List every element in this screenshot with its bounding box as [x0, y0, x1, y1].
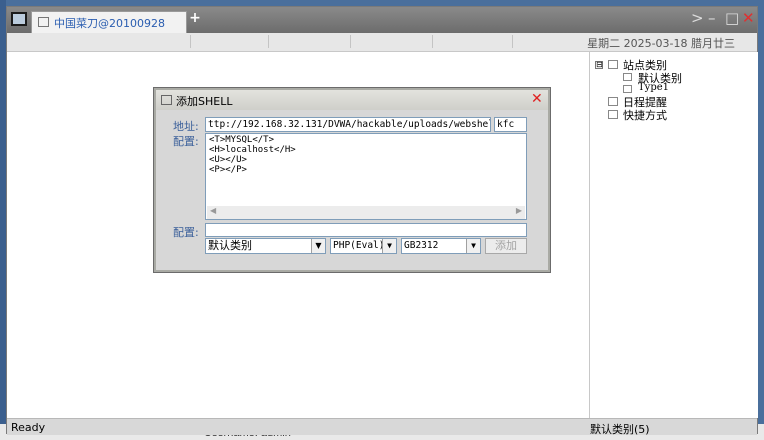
script-type-value: PHP(Eval) — [333, 240, 385, 251]
encoding-value: GB2312 — [404, 240, 439, 251]
config-line: <U></U> — [209, 155, 247, 165]
toolbar-separator — [268, 35, 269, 48]
sidebar-tree: ⊟ 站点类别 默认类别 Type1 日程提醒 快捷方式 — [589, 52, 758, 418]
next-arrow-icon[interactable]: > — [691, 9, 704, 27]
config-line: <P></P> — [209, 165, 247, 175]
calendar-icon — [608, 97, 618, 106]
shortcut-icon — [608, 110, 618, 119]
toolbar-separator — [350, 35, 351, 48]
dialog-title: 添加SHELL — [176, 95, 233, 108]
encoding-select[interactable]: GB2312 ▼ — [401, 238, 481, 254]
toolbar-separator — [512, 35, 513, 48]
folder-icon — [608, 60, 618, 69]
dialog-close-button[interactable]: ✕ — [531, 91, 543, 107]
chevron-down-icon[interactable]: ▼ — [466, 239, 480, 253]
new-tab-button[interactable]: + — [187, 10, 203, 26]
script-type-select[interactable]: PHP(Eval) ▼ — [330, 238, 397, 254]
datetime-display: 星期二 2025-03-18 腊月廿三 — [587, 37, 735, 50]
toolbar-separator — [432, 35, 433, 48]
add-button[interactable]: 添加 — [485, 238, 527, 254]
status-bar: Ready 默认类别(5) — [7, 418, 757, 436]
dialog-title-bar[interactable]: 添加SHELL ✕ — [156, 90, 548, 110]
config-label: 配置: — [173, 135, 199, 148]
horizontal-scrollbar[interactable]: ◀ ▶ — [207, 206, 525, 219]
chevron-down-icon[interactable]: ▼ — [382, 239, 396, 253]
folder-icon — [623, 85, 632, 93]
config2-input[interactable] — [205, 223, 527, 237]
tab-label: 中国菜刀@20100928 — [54, 17, 165, 30]
category-select-value: 默认类别 — [208, 239, 252, 252]
config2-label: 配置: — [173, 226, 199, 239]
tree-item-type1[interactable]: Type1 — [638, 82, 669, 93]
status-category-count: 默认类别(5) — [590, 423, 650, 436]
folder-icon — [623, 73, 632, 81]
address-label: 地址: — [173, 120, 199, 133]
app-icon[interactable] — [11, 12, 27, 26]
collapse-icon[interactable]: ⊟ — [595, 61, 603, 69]
title-bar: 中国菜刀@20100928 + > – □ ✕ — [7, 7, 757, 33]
password-input[interactable]: kfc — [494, 117, 527, 132]
config-line: <T>MYSQL</T> — [209, 135, 275, 145]
address-input[interactable]: ttp://192.168.32.131/DVWA/hackable/uploa… — [205, 117, 491, 132]
toolbar-separator — [190, 35, 191, 48]
maximize-button[interactable]: □ — [725, 9, 739, 27]
tree-item-shortcuts[interactable]: 快捷方式 — [623, 107, 667, 123]
close-button[interactable]: ✕ — [742, 9, 755, 27]
chevron-down-icon[interactable]: ▼ — [311, 239, 325, 253]
minimize-button[interactable]: – — [708, 9, 716, 27]
status-text: Ready — [11, 421, 46, 434]
config-line: <H>localhost</H> — [209, 145, 296, 155]
tab-main[interactable]: 中国菜刀@20100928 — [31, 11, 187, 33]
scroll-right-icon[interactable]: ▶ — [516, 206, 522, 215]
config-textarea[interactable]: <T>MYSQL</T> <H>localhost</H> <U></U> <P… — [205, 133, 527, 220]
window-icon — [38, 17, 49, 27]
scroll-left-icon[interactable]: ◀ — [210, 206, 216, 215]
window-icon — [161, 95, 172, 105]
add-shell-dialog: 添加SHELL ✕ 地址: ttp://192.168.32.131/DVWA/… — [153, 87, 551, 273]
toolbar: 星期二 2025-03-18 腊月廿三 — [7, 33, 757, 52]
category-select[interactable]: 默认类别 ▼ — [205, 238, 326, 254]
